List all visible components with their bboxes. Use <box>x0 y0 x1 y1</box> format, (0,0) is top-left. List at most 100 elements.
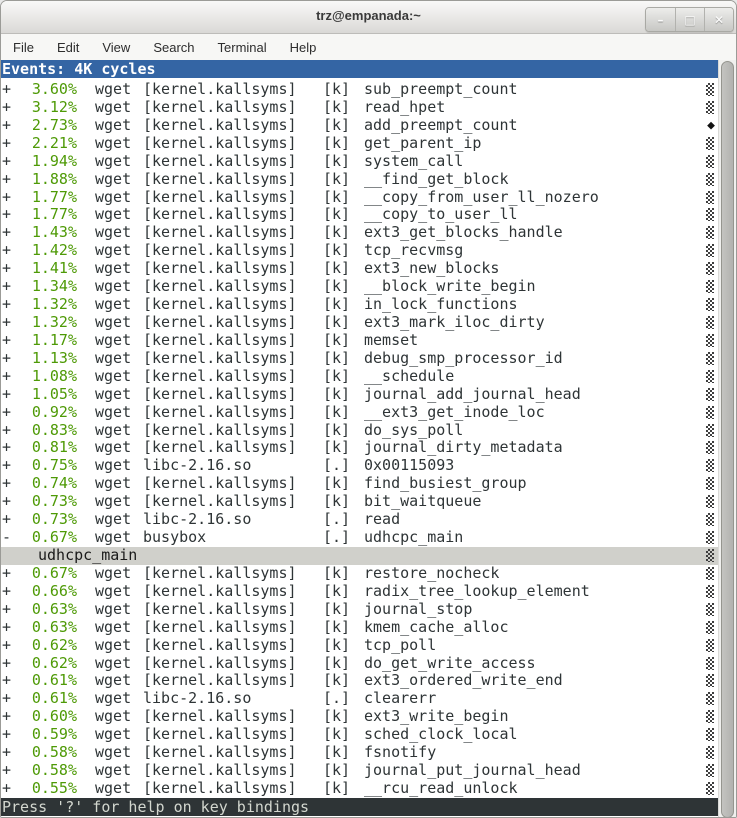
perf-table-row[interactable]: +0.62%wget[kernel.kallsyms][k]do_get_wri… <box>1 655 718 673</box>
row-expand-toggle[interactable]: + <box>2 171 30 189</box>
perf-table-row[interactable]: +0.58%wget[kernel.kallsyms][k]fsnotify <box>1 744 718 762</box>
perf-table-row[interactable]: +1.77%wget[kernel.kallsyms][k]__copy_to_… <box>1 206 718 224</box>
row-expand-toggle[interactable]: + <box>2 242 30 260</box>
row-expand-toggle[interactable]: + <box>2 99 30 117</box>
row-expand-toggle[interactable]: + <box>2 422 30 440</box>
perf-table-row[interactable]: +2.73%wget[kernel.kallsyms][k]add_preemp… <box>1 117 718 135</box>
row-expand-toggle[interactable]: + <box>2 278 30 296</box>
row-expand-toggle[interactable]: + <box>2 206 30 224</box>
perf-table-row[interactable]: +1.05%wget[kernel.kallsyms][k]journal_ad… <box>1 386 718 404</box>
row-expand-toggle[interactable]: + <box>2 565 30 583</box>
close-button[interactable]: ✕ <box>704 8 733 31</box>
perf-table-row[interactable]: +3.12%wget[kernel.kallsyms][k]read_hpet <box>1 99 718 117</box>
row-expand-toggle[interactable]: + <box>2 583 30 601</box>
perf-table-row[interactable]: +1.32%wget[kernel.kallsyms][k]ext3_mark_… <box>1 314 718 332</box>
row-expand-toggle[interactable]: + <box>2 690 30 708</box>
row-expand-toggle[interactable]: + <box>2 780 30 798</box>
row-expand-toggle[interactable]: + <box>2 332 30 350</box>
scrollbar-thumb[interactable] <box>721 61 734 818</box>
perf-table-row[interactable]: -0.67%wgetbusybox[.]udhcpc_main <box>1 529 718 547</box>
perf-table-row[interactable]: +0.59%wget[kernel.kallsyms][k]sched_cloc… <box>1 726 718 744</box>
row-expand-toggle[interactable]: + <box>2 762 30 780</box>
maximize-button[interactable]: □ <box>675 8 704 31</box>
row-symbol-name: read_hpet <box>364 99 445 117</box>
perf-table-row[interactable]: +0.63%wget[kernel.kallsyms][k]kmem_cache… <box>1 619 718 637</box>
perf-table-row[interactable]: +0.73%wget[kernel.kallsyms][k]bit_waitqu… <box>1 493 718 511</box>
row-expand-toggle[interactable]: + <box>2 260 30 278</box>
menu-item-view[interactable]: View <box>92 36 140 59</box>
row-overhead-percent: 1.88% <box>30 171 77 189</box>
perf-table-row[interactable]: +1.88%wget[kernel.kallsyms][k]__find_get… <box>1 171 718 189</box>
row-expand-toggle[interactable]: + <box>2 672 30 690</box>
row-expand-toggle[interactable]: + <box>2 404 30 422</box>
perf-table-row[interactable]: +0.58%wget[kernel.kallsyms][k]journal_pu… <box>1 762 718 780</box>
perf-table-row[interactable]: +0.60%wget[kernel.kallsyms][k]ext3_write… <box>1 708 718 726</box>
perf-table-row[interactable]: +0.81%wget[kernel.kallsyms][k]journal_di… <box>1 439 718 457</box>
perf-table-row[interactable]: +1.13%wget[kernel.kallsyms][k]debug_smp_… <box>1 350 718 368</box>
row-expand-toggle[interactable]: + <box>2 81 30 99</box>
row-expand-toggle[interactable]: + <box>2 655 30 673</box>
perf-table-row[interactable]: +3.60%wget[kernel.kallsyms][k]sub_preemp… <box>1 81 718 99</box>
perf-table-row[interactable]: +1.43%wget[kernel.kallsyms][k]ext3_get_b… <box>1 224 718 242</box>
row-expand-toggle[interactable]: + <box>2 601 30 619</box>
row-symbol-type: [k] <box>323 260 351 278</box>
perf-table-row[interactable]: +0.61%wgetlibc-2.16.so[.]clearerr <box>1 690 718 708</box>
perf-table-row[interactable]: +0.73%wgetlibc-2.16.so[.]read <box>1 511 718 529</box>
menu-item-help[interactable]: Help <box>280 36 327 59</box>
perf-table-row[interactable]: +0.63%wget[kernel.kallsyms][k]journal_st… <box>1 601 718 619</box>
perf-table-row[interactable]: +1.08%wget[kernel.kallsyms][k]__schedule <box>1 368 718 386</box>
perf-table-row[interactable]: +0.75%wgetlibc-2.16.so[.]0x00115093 <box>1 457 718 475</box>
perf-table-row[interactable]: +0.61%wget[kernel.kallsyms][k]ext3_order… <box>1 672 718 690</box>
row-expand-toggle[interactable]: + <box>2 457 30 475</box>
row-expand-toggle[interactable]: + <box>2 368 30 386</box>
minimize-button[interactable]: – <box>646 8 675 31</box>
perf-table-row[interactable]: +0.67%wget[kernel.kallsyms][k]restore_no… <box>1 565 718 583</box>
row-expand-toggle[interactable]: - <box>2 529 30 547</box>
stipple-marker-icon <box>706 603 714 616</box>
perf-table-row[interactable]: +0.66%wget[kernel.kallsyms][k]radix_tree… <box>1 583 718 601</box>
row-expand-toggle[interactable]: + <box>2 314 30 332</box>
row-expand-toggle[interactable]: + <box>2 708 30 726</box>
perf-table-row[interactable]: +2.21%wget[kernel.kallsyms][k]get_parent… <box>1 135 718 153</box>
perf-table-row[interactable]: +0.62%wget[kernel.kallsyms][k]tcp_poll <box>1 637 718 655</box>
row-expand-toggle[interactable]: + <box>2 511 30 529</box>
row-expand-toggle[interactable]: + <box>2 637 30 655</box>
row-shared-object: [kernel.kallsyms] <box>143 708 321 726</box>
row-expand-toggle[interactable]: + <box>2 189 30 207</box>
row-expand-toggle[interactable]: + <box>2 439 30 457</box>
row-expand-toggle[interactable]: + <box>2 117 30 135</box>
menu-item-edit[interactable]: Edit <box>47 36 89 59</box>
menu-item-terminal[interactable]: Terminal <box>208 36 277 59</box>
titlebar[interactable]: trz@empanada:~ – □ ✕ <box>1 1 736 34</box>
perf-table-row[interactable]: +0.55%wget[kernel.kallsyms][k]__rcu_read… <box>1 780 718 798</box>
row-expand-toggle[interactable]: + <box>2 296 30 314</box>
row-expand-toggle[interactable]: + <box>2 153 30 171</box>
row-symbol-name: clearerr <box>364 690 436 708</box>
row-expand-toggle[interactable]: + <box>2 386 30 404</box>
row-symbol-name: bit_waitqueue <box>364 493 481 511</box>
row-expand-toggle[interactable]: + <box>2 744 30 762</box>
perf-table-row[interactable]: +1.41%wget[kernel.kallsyms][k]ext3_new_b… <box>1 260 718 278</box>
row-expand-toggle[interactable]: + <box>2 475 30 493</box>
row-expand-toggle[interactable]: + <box>2 493 30 511</box>
perf-table-row[interactable]: +0.92%wget[kernel.kallsyms][k]__ext3_get… <box>1 404 718 422</box>
scrollbar-trough[interactable] <box>718 60 736 818</box>
perf-table-row[interactable]: +1.17%wget[kernel.kallsyms][k]memset <box>1 332 718 350</box>
perf-table-row[interactable]: +1.34%wget[kernel.kallsyms][k]__block_wr… <box>1 278 718 296</box>
perf-table-row[interactable]: +1.42%wget[kernel.kallsyms][k]tcp_recvms… <box>1 242 718 260</box>
menu-item-search[interactable]: Search <box>143 36 204 59</box>
row-expand-toggle[interactable]: + <box>2 224 30 242</box>
perf-table-row[interactable]: +1.32%wget[kernel.kallsyms][k]in_lock_fu… <box>1 296 718 314</box>
row-expand-toggle[interactable]: + <box>2 619 30 637</box>
row-expand-toggle[interactable]: + <box>2 135 30 153</box>
callchain-row-selected[interactable]: udhcpc_main <box>1 547 718 565</box>
stipple-marker-icon <box>706 674 714 687</box>
row-expand-toggle[interactable]: + <box>2 726 30 744</box>
perf-table-row[interactable]: +1.94%wget[kernel.kallsyms][k]system_cal… <box>1 153 718 171</box>
perf-table-row[interactable]: +1.77%wget[kernel.kallsyms][k]__copy_fro… <box>1 189 718 207</box>
perf-table-row[interactable]: +0.74%wget[kernel.kallsyms][k]find_busie… <box>1 475 718 493</box>
perf-table-row[interactable]: +0.83%wget[kernel.kallsyms][k]do_sys_pol… <box>1 422 718 440</box>
menu-item-file[interactable]: File <box>3 36 44 59</box>
row-expand-toggle[interactable]: + <box>2 350 30 368</box>
terminal-viewport[interactable]: Events: 4K cycles +3.60%wget[kernel.kall… <box>1 60 736 818</box>
